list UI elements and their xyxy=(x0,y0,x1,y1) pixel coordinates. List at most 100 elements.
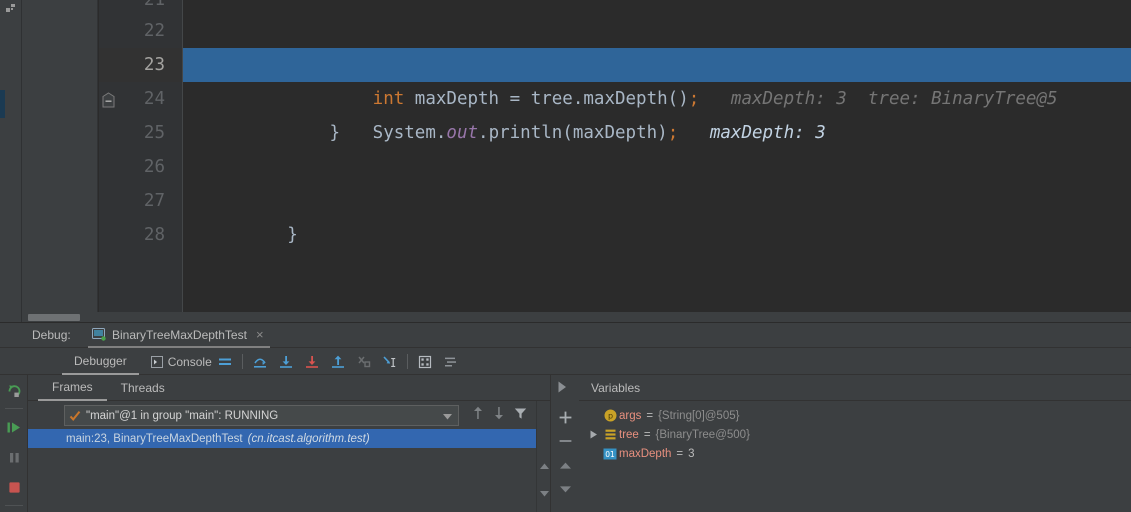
thread-selector-label: "main"@1 in group "main": RUNNING xyxy=(86,409,279,422)
svg-text:p: p xyxy=(607,412,612,421)
splitter-up-icon[interactable] xyxy=(551,453,579,477)
scroll-down-icon[interactable] xyxy=(537,487,551,501)
add-watch-icon[interactable] xyxy=(551,405,579,429)
frame-list-item[interactable]: main:23, BinaryTreeMaxDepthTest (cn.itca… xyxy=(28,429,550,448)
splitter-down-icon[interactable] xyxy=(551,477,579,501)
remove-watch-icon[interactable] xyxy=(551,429,579,453)
debug-session-actions xyxy=(0,375,28,512)
divider xyxy=(4,408,23,409)
debugger-view-tabs: Debugger Console xyxy=(62,348,224,375)
settings-list-icon[interactable] xyxy=(438,348,464,375)
code-line-24[interactable]: } xyxy=(183,82,1131,143)
code-line-22[interactable]: int maxDepth = tree.maxDepth(); maxDepth… xyxy=(183,14,1131,109)
line-number-current: 23 xyxy=(99,48,183,82)
svg-text:01: 01 xyxy=(605,449,615,458)
variables-header: Variables xyxy=(579,375,1131,401)
code-fold-collapse-icon[interactable] xyxy=(102,92,115,108)
debugger-toolbar: Debugger Console xyxy=(0,348,1131,375)
code-line-25[interactable] xyxy=(183,116,1131,150)
code-line-23-current[interactable]: System.out.println(maxDepth); maxDepth: … xyxy=(183,48,1131,143)
editor-horizontal-scrollbar[interactable] xyxy=(22,312,1131,322)
variables-pane: Variables p args = {String[0]@505} tree … xyxy=(579,375,1131,512)
primitive-icon: 01 xyxy=(601,448,619,460)
scroll-up-icon[interactable] xyxy=(537,459,551,473)
debug-tool-window: Debug: BinaryTreeMaxDepthTest × Debugger xyxy=(0,322,1131,512)
run-configuration-icon xyxy=(92,328,106,341)
toolbar-separator xyxy=(407,354,408,369)
variable-row-args[interactable]: p args = {String[0]@505} xyxy=(579,406,1131,425)
variable-equals: = xyxy=(646,409,654,422)
debug-session-tab-label: BinaryTreeMaxDepthTest xyxy=(112,327,247,342)
tab-console[interactable]: Console xyxy=(139,348,224,375)
force-step-into-icon[interactable] xyxy=(299,348,325,375)
variable-name: args xyxy=(619,409,642,422)
editor-left-pad xyxy=(22,0,98,322)
frame-package: (cn.itcast.algorithm.test) xyxy=(247,432,370,445)
down-arrow-icon[interactable] xyxy=(493,406,505,420)
thread-selector[interactable]: "main"@1 in group "main": RUNNING xyxy=(64,405,459,426)
line-number: 26 xyxy=(143,157,165,177)
tab-debugger[interactable]: Debugger xyxy=(62,348,139,375)
layout-settings-icon[interactable] xyxy=(212,348,238,375)
debugger-action-icons xyxy=(212,348,464,375)
frames-vertical-scrollbar[interactable] xyxy=(536,401,550,512)
tab-console-label: Console xyxy=(167,354,212,369)
code-line-28[interactable] xyxy=(183,218,1131,252)
code-line-26[interactable] xyxy=(183,150,1131,184)
editor-gutter[interactable]: 21 22 23 24 25 26 27 28 xyxy=(99,0,183,322)
tab-threads[interactable]: Threads xyxy=(107,375,179,401)
resume-program-icon[interactable] xyxy=(0,412,28,442)
line-number: 28 xyxy=(143,225,165,245)
breakpoint-strip-marker xyxy=(0,90,5,118)
stop-icon[interactable] xyxy=(0,472,28,502)
step-out-icon[interactable] xyxy=(325,348,351,375)
drop-frame-icon xyxy=(351,348,377,375)
frames-stack-list: main:23, BinaryTreeMaxDepthTest (cn.itca… xyxy=(28,429,550,448)
step-over-icon[interactable] xyxy=(247,348,273,375)
variable-equals: = xyxy=(676,447,684,460)
scrollbar-thumb[interactable] xyxy=(28,314,80,321)
debug-label: Debug: xyxy=(32,328,71,342)
toolbar-separator xyxy=(242,354,243,369)
variables-list: p args = {String[0]@505} tree = {BinaryT… xyxy=(579,401,1131,463)
tab-frames-label: Frames xyxy=(52,379,93,394)
code-line-27[interactable]: } xyxy=(183,184,1131,245)
run-to-cursor-icon[interactable] xyxy=(377,348,403,375)
pane-splitter-controls xyxy=(551,375,579,512)
variable-name: tree xyxy=(619,428,639,441)
line-number: 21 xyxy=(143,0,165,10)
line-number: 25 xyxy=(143,123,165,143)
variable-value: 3 xyxy=(688,447,695,460)
parameter-icon: p xyxy=(601,409,619,422)
variable-value: {String[0]@505} xyxy=(658,409,740,422)
tab-threads-label: Threads xyxy=(120,380,165,395)
close-icon[interactable]: × xyxy=(256,328,264,341)
rerun-icon[interactable] xyxy=(0,375,28,405)
debug-title-row: Debug: BinaryTreeMaxDepthTest × xyxy=(0,323,1131,348)
tab-frames[interactable]: Frames xyxy=(38,375,107,401)
up-arrow-icon[interactable] xyxy=(472,406,484,420)
code-editor[interactable]: 21 22 23 24 25 26 27 28 int maxDepth = t… xyxy=(22,0,1131,322)
frames-pane: Frames Threads "main"@1 in group "main":… xyxy=(28,375,551,512)
object-icon xyxy=(601,428,619,441)
left-tool-strip xyxy=(0,0,22,322)
variable-row-maxdepth[interactable]: 01 maxDepth = 3 xyxy=(579,444,1131,463)
variable-equals: = xyxy=(643,428,651,441)
tab-debugger-label: Debugger xyxy=(74,353,127,368)
chevron-down-icon[interactable] xyxy=(443,414,452,420)
line-number: 22 xyxy=(143,21,165,41)
expand-tree-icon[interactable] xyxy=(587,430,601,439)
variable-row-tree[interactable]: tree = {BinaryTree@500} xyxy=(579,425,1131,444)
filter-icon[interactable] xyxy=(514,407,527,420)
thread-running-icon xyxy=(69,410,81,422)
step-into-icon[interactable] xyxy=(273,348,299,375)
structure-grid-icon[interactable] xyxy=(6,4,16,13)
frame-nav-buttons xyxy=(472,406,527,420)
debug-session-tab[interactable]: BinaryTreeMaxDepthTest × xyxy=(88,323,270,348)
variable-value: {BinaryTree@500} xyxy=(655,428,750,441)
code-text-area[interactable]: int maxDepth = tree.maxDepth(); maxDepth… xyxy=(183,0,1131,322)
evaluate-expression-icon[interactable] xyxy=(412,348,438,375)
pane-expand-arrow-icon[interactable] xyxy=(558,381,567,393)
line-number: 27 xyxy=(143,191,165,211)
